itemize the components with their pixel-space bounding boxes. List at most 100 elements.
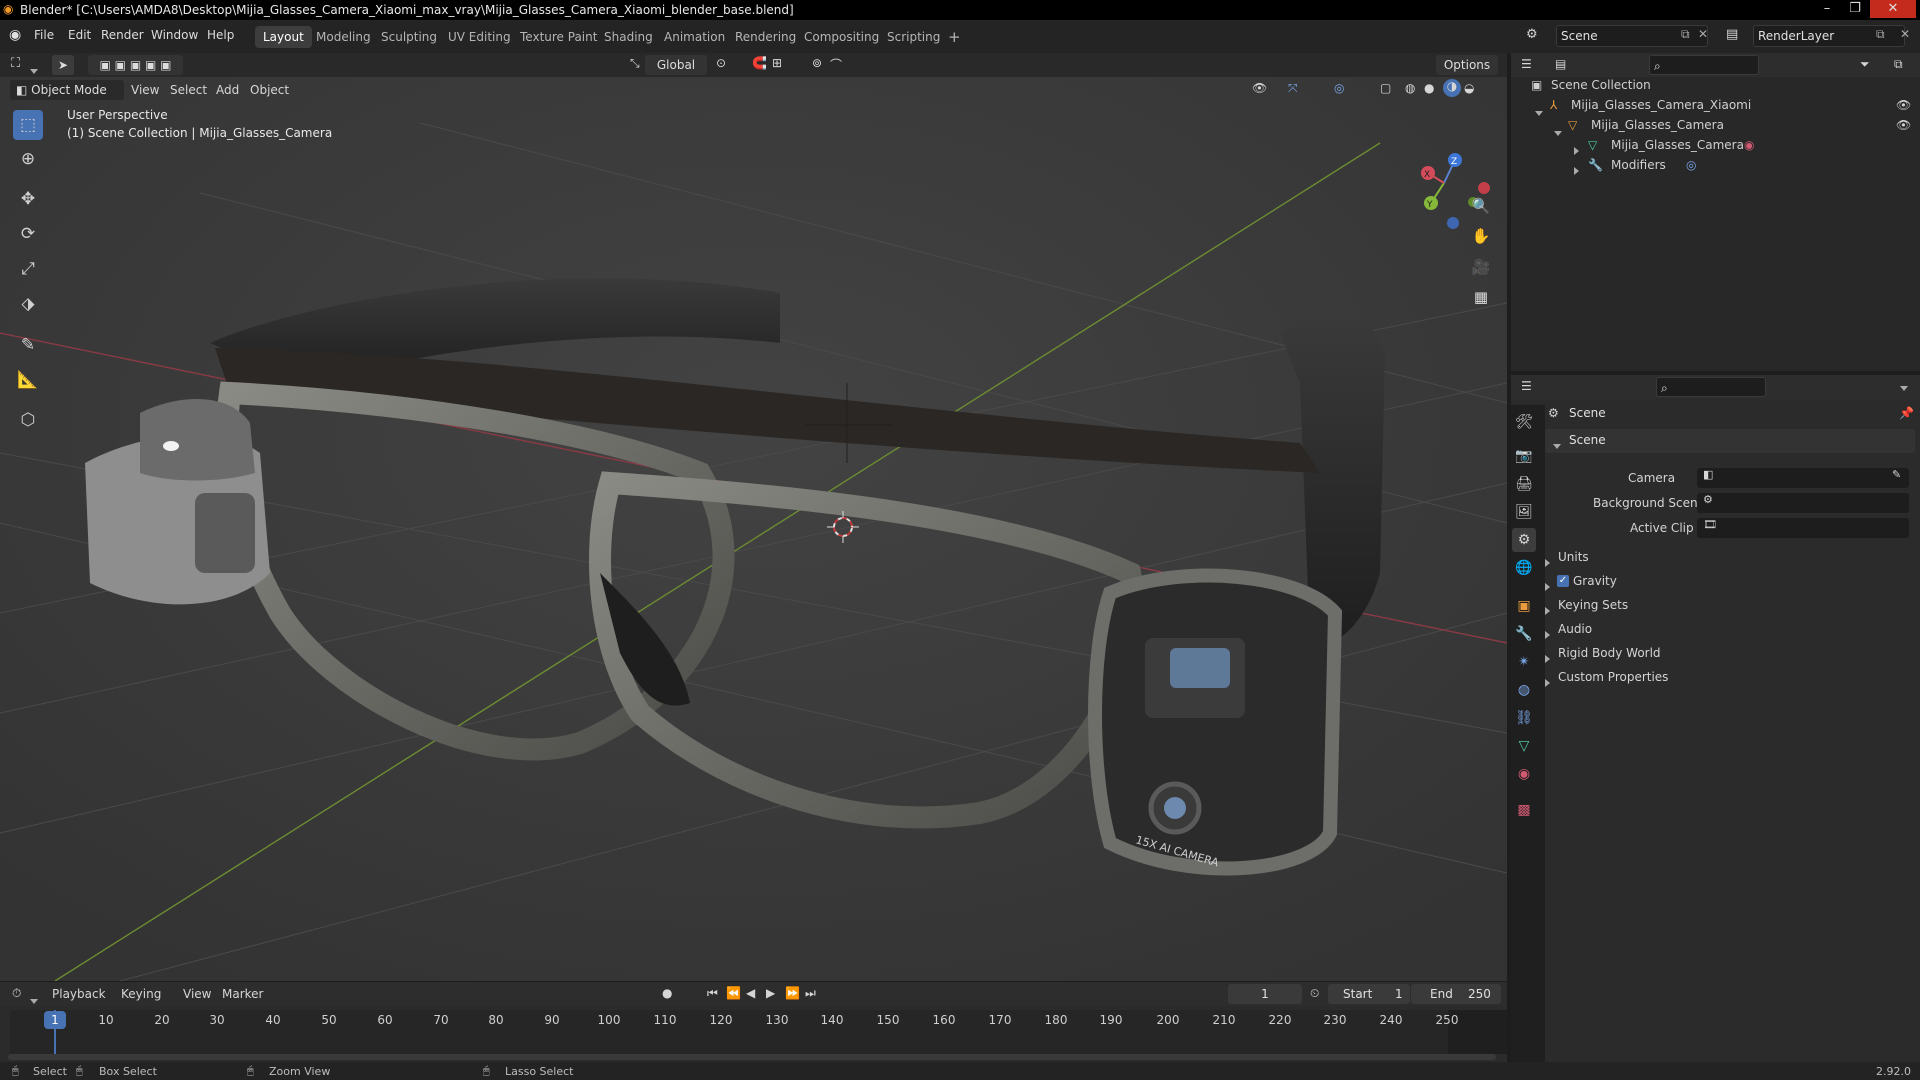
pan-button[interactable]: ✋ bbox=[1467, 222, 1495, 250]
gravity-checkbox[interactable]: ✓ bbox=[1557, 575, 1569, 587]
menu-render[interactable]: Render bbox=[101, 28, 144, 42]
tool-tab-icon[interactable]: 🛠 bbox=[1512, 410, 1536, 434]
ortho-toggle-button[interactable]: ▦ bbox=[1467, 283, 1495, 311]
display-mode-icon[interactable]: ▤ bbox=[1555, 57, 1566, 71]
add-workspace-button[interactable]: + bbox=[940, 26, 969, 48]
menu-select[interactable]: Select bbox=[170, 83, 207, 97]
properties-search-input[interactable]: ⌕ bbox=[1656, 377, 1766, 397]
falloff-icon[interactable]: ⌒ bbox=[830, 56, 842, 73]
tab-layout[interactable]: Layout bbox=[255, 26, 312, 48]
gizmo-toggle-icon[interactable]: ⤧ bbox=[1288, 81, 1298, 96]
audio-panel-header[interactable]: Audio bbox=[1545, 619, 1915, 639]
wireframe-shading-icon[interactable]: ◍ bbox=[1405, 81, 1415, 95]
data-tab-icon[interactable]: ▽ bbox=[1512, 734, 1536, 758]
scene-icon[interactable]: ⚙ bbox=[1526, 27, 1538, 42]
timeline-editor-icon[interactable]: ⏱ bbox=[12, 986, 21, 1001]
menu-keying[interactable]: Keying bbox=[121, 987, 161, 1001]
minimize-icon[interactable]: – bbox=[1814, 0, 1840, 18]
tab-modeling[interactable]: Modeling bbox=[308, 26, 379, 48]
rendered-shading-icon[interactable]: ◒ bbox=[1464, 81, 1474, 95]
remove-scene-icon[interactable]: ✕ bbox=[1698, 27, 1708, 41]
texture-tab-icon[interactable]: ▩ bbox=[1512, 798, 1536, 822]
panel-expand-icon[interactable] bbox=[1545, 601, 1550, 621]
remove-view-layer-icon[interactable]: ✕ bbox=[1900, 27, 1910, 41]
background-scene-field[interactable]: ⚙ bbox=[1697, 493, 1909, 513]
annotate-tool[interactable]: ✎ bbox=[13, 330, 43, 360]
editor-type-icon[interactable]: ⛶ bbox=[11, 56, 20, 71]
pin-icon[interactable]: 📌 bbox=[1899, 406, 1914, 420]
new-scene-icon[interactable]: ⧉ bbox=[1681, 27, 1690, 42]
current-frame-field[interactable]: 1 bbox=[1228, 984, 1302, 1004]
world-tab-icon[interactable]: 🌐 bbox=[1512, 556, 1536, 580]
panel-expand-icon[interactable] bbox=[1545, 649, 1550, 669]
eyedropper-icon[interactable]: ✎ bbox=[1892, 468, 1901, 481]
properties-options-chevron-icon[interactable] bbox=[1900, 380, 1908, 394]
select-box-tool[interactable]: ⬚ bbox=[13, 110, 43, 140]
pivot-icon[interactable]: ⊙ bbox=[716, 56, 726, 70]
editor-type-chevron-icon[interactable] bbox=[30, 63, 38, 77]
next-keyframe-icon[interactable]: ⏩ bbox=[785, 986, 800, 1000]
outliner-row-collection[interactable]: ⅄ Mijia_Glasses_Camera_Xiaomi 👁 bbox=[1511, 95, 1920, 116]
snap-icon[interactable]: 🧲 bbox=[752, 56, 767, 70]
menu-help[interactable]: Help bbox=[207, 28, 234, 42]
menu-view[interactable]: View bbox=[131, 83, 159, 97]
scale-tool[interactable]: ⤢ bbox=[13, 254, 43, 284]
menu-edit[interactable]: Edit bbox=[68, 28, 91, 42]
tab-rendering[interactable]: Rendering bbox=[727, 26, 804, 48]
tab-sculpting[interactable]: Sculpting bbox=[373, 26, 445, 48]
scene-tab-icon[interactable]: ⚙ bbox=[1512, 528, 1536, 552]
restore-icon[interactable]: ❐ bbox=[1842, 0, 1868, 18]
panel-expand-icon[interactable] bbox=[1545, 553, 1550, 573]
jump-start-icon[interactable]: ⏮ bbox=[707, 986, 718, 1001]
cursor-tool[interactable]: ⊕ bbox=[13, 144, 43, 174]
3d-viewport[interactable]: 15X AI CAMERA Z X Y ⛶ ➤ ▣ ▣ ▣ ▣ ▣ ⤡ Glob… bbox=[0, 53, 1507, 981]
view-layer-icon[interactable]: ▤ bbox=[1726, 27, 1738, 42]
eye-icon[interactable]: 👁 bbox=[1896, 115, 1911, 135]
units-panel-header[interactable]: Units bbox=[1545, 547, 1915, 567]
blender-menu-icon[interactable]: ◉ bbox=[9, 27, 21, 43]
prev-keyframe-icon[interactable]: ⏪ bbox=[726, 986, 741, 1000]
panel-collapse-icon[interactable] bbox=[1553, 438, 1561, 452]
outliner-row-modifiers[interactable]: 🔧 Modifiers ◎ bbox=[1511, 155, 1920, 175]
mode-dropdown[interactable]: ◧ Object Mode bbox=[10, 80, 124, 100]
transform-orientation-dropdown[interactable]: Global bbox=[645, 55, 707, 75]
jump-end-icon[interactable]: ⏭ bbox=[805, 986, 816, 1001]
preview-range-icon[interactable]: ⏲ bbox=[1310, 986, 1319, 1001]
tab-scripting[interactable]: Scripting bbox=[879, 26, 948, 48]
eye-icon[interactable]: 👁 bbox=[1896, 95, 1911, 115]
panel-expand-icon[interactable] bbox=[1545, 625, 1550, 645]
particles-tab-icon[interactable]: ✴ bbox=[1512, 650, 1536, 674]
physics-tab-icon[interactable]: ◍ bbox=[1512, 678, 1536, 702]
filter-icon[interactable]: ⏷ bbox=[1860, 57, 1870, 72]
move-tool[interactable]: ✥ bbox=[13, 184, 43, 214]
zoom-button[interactable]: 🔍 bbox=[1467, 192, 1495, 220]
timeline-editor-chevron-icon[interactable] bbox=[30, 993, 38, 1007]
add-cube-tool[interactable]: ⬡ bbox=[13, 405, 43, 435]
auto-keying-icon[interactable]: ● bbox=[662, 986, 672, 1000]
menu-add[interactable]: Add bbox=[216, 83, 239, 97]
camera-field[interactable]: ◧ ✎ bbox=[1697, 468, 1909, 488]
transform-tool[interactable]: ⬗ bbox=[13, 289, 43, 319]
custom-properties-panel-header[interactable]: Custom Properties bbox=[1545, 667, 1915, 687]
menu-timeline-view[interactable]: View bbox=[183, 987, 211, 1001]
end-frame-field[interactable]: End 250 bbox=[1411, 984, 1501, 1004]
outliner-editor-icon[interactable]: ☰ bbox=[1521, 57, 1532, 71]
snap-target-icon[interactable]: ⊞ bbox=[772, 56, 782, 70]
render-tab-icon[interactable]: 📷 bbox=[1512, 444, 1536, 468]
tab-animation[interactable]: Animation bbox=[656, 26, 733, 48]
expand-toggle-icon[interactable] bbox=[1574, 161, 1579, 181]
tab-shading[interactable]: Shading bbox=[596, 26, 661, 48]
material-shading-icon[interactable]: ◑ bbox=[1443, 79, 1461, 97]
tweak-tool-button[interactable]: ➤ bbox=[52, 55, 74, 75]
xray-toggle-icon[interactable]: ▢ bbox=[1380, 81, 1391, 95]
output-tab-icon[interactable]: 🖨 bbox=[1512, 472, 1536, 496]
options-dropdown[interactable]: Options bbox=[1436, 55, 1498, 75]
outliner-row-mesh-data[interactable]: ▽ Mijia_Glasses_Camera ◉ bbox=[1511, 135, 1920, 155]
camera-view-button[interactable]: 🎥 bbox=[1467, 253, 1495, 281]
tab-compositing[interactable]: Compositing bbox=[796, 26, 887, 48]
rotate-tool[interactable]: ⟳ bbox=[13, 219, 43, 249]
menu-playback[interactable]: Playback bbox=[52, 987, 106, 1001]
visibility-icon[interactable]: 👁 bbox=[1252, 81, 1267, 95]
scene-panel-header[interactable]: Scene bbox=[1545, 429, 1915, 453]
overlays-toggle-icon[interactable]: ◎ bbox=[1334, 81, 1344, 95]
